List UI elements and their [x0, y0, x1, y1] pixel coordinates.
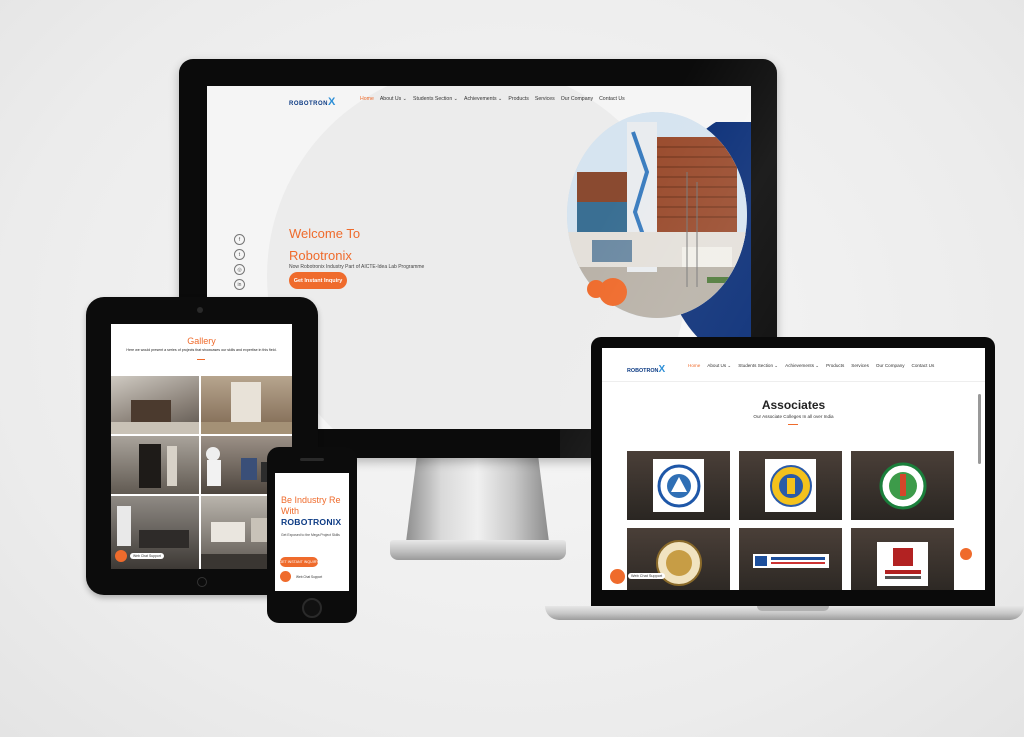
tablet-home-button: [197, 577, 207, 587]
nav-products[interactable]: Products: [508, 96, 528, 102]
laptop-logo-text: ROBOTRON: [627, 368, 659, 374]
scroll-top-button[interactable]: [960, 548, 972, 560]
laptop-nav-home[interactable]: Home: [688, 363, 700, 369]
college-logo-red-crest: [877, 542, 928, 586]
nav-home[interactable]: Home: [360, 96, 374, 102]
college-logo-green-seal: [877, 459, 928, 512]
phone-speaker: [300, 458, 324, 461]
tablet-camera: [197, 307, 203, 313]
associate-tile[interactable]: [627, 451, 730, 520]
college-logo-gold-emblem: [653, 536, 704, 589]
phone-screen: Be Industry Re With ROBOTRONIX Get Expos…: [275, 473, 349, 591]
logo-text: ROBOTRON: [289, 101, 328, 107]
title-separator: [788, 424, 798, 425]
laptop-nav-achievements[interactable]: Achievements ⌄: [785, 363, 819, 369]
phone-headline: Be Industry Re With: [281, 495, 341, 517]
associate-tile[interactable]: [739, 451, 842, 520]
laptop-screen: ROBOTRONX Home About Us ⌄ Students Secti…: [602, 348, 985, 590]
associates-title: Associates: [761, 398, 826, 412]
gallery-photo[interactable]: [201, 376, 292, 434]
nav-our-company[interactable]: Our Company: [561, 96, 593, 102]
phone-subtext: Get Exposed to the Mega Project Skills: [281, 533, 340, 537]
web-chat-label[interactable]: Web Chat Support: [628, 573, 666, 579]
laptop-nav-about-us[interactable]: About Us ⌄: [707, 363, 731, 369]
nav-students-section[interactable]: Students Section ⌄: [413, 96, 458, 102]
gallery-photo[interactable]: [111, 436, 199, 494]
laptop-nav-students-section[interactable]: Students Section ⌄: [738, 363, 778, 369]
tablet-screen: Gallery Here we would present a series o…: [111, 324, 292, 569]
phone-chat-label[interactable]: Web Chat Support: [293, 574, 326, 580]
tablet-chat-label[interactable]: Web Chat Support: [130, 553, 164, 559]
laptop-nav-contact-us[interactable]: Contact Us: [912, 363, 935, 369]
phone-home-button: [302, 598, 322, 618]
laptop-nav-products[interactable]: Products: [826, 363, 844, 369]
college-logo-ips-academy: [753, 554, 829, 568]
hero-subtitle: Now Robotronix Industry Part of AICTE-Id…: [289, 264, 425, 270]
hero-heading: Welcome To Robotronix: [289, 223, 360, 267]
gallery-subtitle: Here we would present a series of projec…: [126, 348, 277, 352]
college-logo-blue-seal: [653, 459, 704, 512]
associate-tile[interactable]: [851, 528, 954, 590]
laptop-nav-our-company[interactable]: Our Company: [876, 363, 905, 369]
laptop-logo-x: X: [658, 364, 666, 375]
phone-headline-line2: With: [281, 506, 299, 516]
web-chat-button[interactable]: [610, 569, 625, 584]
laptop-base-notch: [757, 606, 829, 611]
gallery-title: Gallery: [187, 336, 216, 346]
twitter-icon[interactable]: t: [234, 249, 245, 260]
main-nav: Home About Us ⌄ Students Section ⌄ Achie…: [360, 96, 625, 102]
social-links: f t ◎ in: [234, 234, 245, 290]
laptop-header: ROBOTRONX Home About Us ⌄ Students Secti…: [602, 348, 985, 382]
facebook-icon[interactable]: f: [234, 234, 245, 245]
laptop-site-logo[interactable]: ROBOTRONX: [627, 359, 665, 377]
monitor-stand-neck: [405, 458, 550, 550]
associate-tile[interactable]: [627, 528, 730, 590]
nav-about-us[interactable]: About Us ⌄: [380, 96, 407, 102]
get-instant-inquiry-button[interactable]: Get Instant Inquiry: [289, 272, 347, 289]
orange-dot-small: [587, 280, 605, 298]
gallery-photo[interactable]: [111, 376, 199, 434]
phone-brand: ROBOTRONIX: [281, 517, 342, 527]
logo-x: X: [328, 96, 336, 108]
site-logo[interactable]: ROBOTRONX: [289, 92, 343, 108]
laptop-nav-services[interactable]: Services: [851, 363, 869, 369]
nav-achievements[interactable]: Achievements ⌄: [464, 96, 502, 102]
nav-contact-us[interactable]: Contact Us: [599, 96, 625, 102]
instagram-icon[interactable]: ◎: [234, 264, 245, 275]
laptop-scrollbar[interactable]: [978, 394, 981, 464]
associate-tile[interactable]: [851, 451, 954, 520]
nav-services[interactable]: Services: [535, 96, 555, 102]
phone-headline-line1: Be Industry Re: [281, 495, 341, 505]
linkedin-icon[interactable]: in: [234, 279, 245, 290]
associates-subtitle: Our Associate Colleges In all over India: [753, 414, 834, 419]
hero-heading-line1: Welcome To: [289, 226, 361, 241]
college-logo-gold-seal: [765, 459, 816, 512]
monitor-stand-base: [390, 540, 566, 560]
tablet-chat-button[interactable]: [115, 550, 127, 562]
phone-chat-button[interactable]: [280, 571, 291, 582]
phone-inquiry-button[interactable]: GET INSTANT INQUIRY: [279, 557, 319, 567]
associate-tile[interactable]: [739, 528, 842, 590]
gallery-separator: [197, 359, 205, 360]
laptop-nav: Home About Us ⌄ Students Section ⌄ Achie…: [688, 363, 934, 369]
